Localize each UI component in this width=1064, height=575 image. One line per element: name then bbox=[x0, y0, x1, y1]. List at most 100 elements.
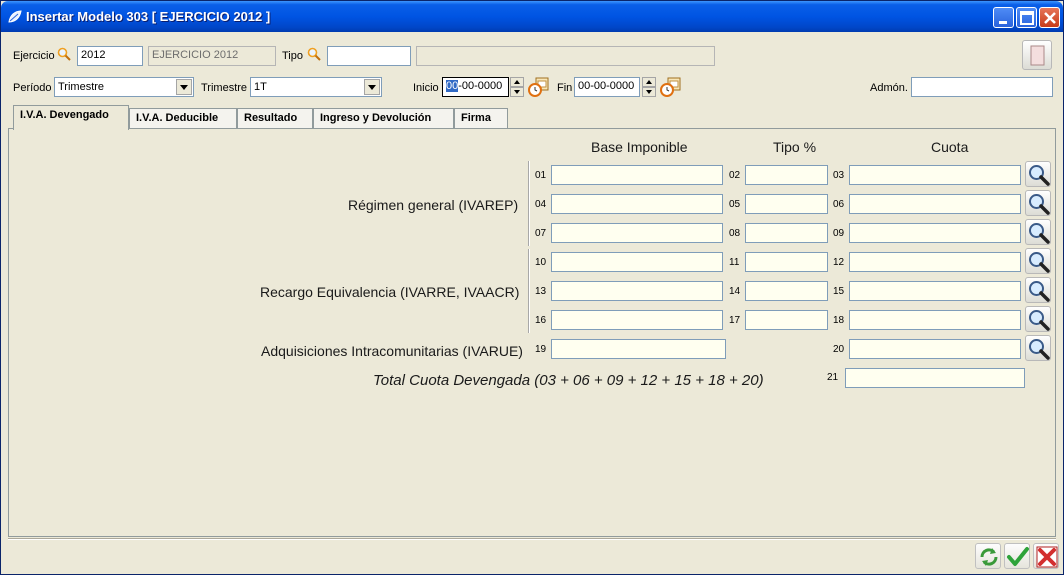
total-cuota-label: Total Cuota Devengada (03 + 06 + 09 + 12… bbox=[373, 372, 764, 389]
refresh-button[interactable] bbox=[975, 543, 1001, 569]
box-11-field[interactable] bbox=[745, 252, 828, 272]
fin-calendar-icon[interactable] bbox=[659, 76, 683, 98]
accept-button[interactable] bbox=[1004, 543, 1030, 569]
lookup-button[interactable] bbox=[1025, 306, 1051, 332]
box-number: 01 bbox=[535, 170, 547, 181]
box-15-field[interactable] bbox=[849, 281, 1021, 301]
trimestre-label: Trimestre bbox=[201, 82, 248, 94]
trimestre-select[interactable]: 1T bbox=[250, 77, 382, 97]
box-number: 18 bbox=[833, 315, 845, 326]
bottom-divider bbox=[8, 538, 1056, 540]
section-adquisiciones: Adquisiciones Intracomunitarias (IVARUE) bbox=[261, 343, 523, 359]
box-number: 16 bbox=[535, 315, 547, 326]
tab-label: Ingreso y Devolución bbox=[320, 112, 432, 124]
box-12-field[interactable] bbox=[849, 252, 1021, 272]
box-17-field[interactable] bbox=[745, 310, 828, 330]
fin-spinner[interactable] bbox=[642, 77, 656, 97]
box-number: 03 bbox=[833, 170, 845, 181]
chevron-down-icon[interactable] bbox=[176, 79, 192, 95]
document-button[interactable] bbox=[1022, 40, 1052, 70]
box-16-field[interactable] bbox=[551, 310, 723, 330]
inicio-rest: -00-0000 bbox=[458, 80, 503, 92]
magnifier-icon[interactable] bbox=[307, 47, 321, 61]
box-07-field[interactable] bbox=[551, 223, 723, 243]
periodo-label: Período bbox=[13, 82, 52, 94]
admon-field[interactable] bbox=[911, 77, 1053, 97]
fin-date-field[interactable]: 00-00-0000 bbox=[574, 77, 640, 97]
spin-up-icon[interactable] bbox=[642, 77, 656, 87]
box-number: 10 bbox=[535, 257, 547, 268]
box-19-field[interactable] bbox=[551, 339, 726, 359]
tab-resultado[interactable]: Resultado bbox=[237, 108, 313, 129]
box-02-field[interactable] bbox=[745, 165, 828, 185]
maximize-button[interactable] bbox=[1016, 7, 1037, 28]
box-14-field[interactable] bbox=[745, 281, 828, 301]
box-number: 14 bbox=[729, 286, 741, 297]
box-number: 08 bbox=[729, 228, 741, 239]
magnifier-icon bbox=[1029, 339, 1050, 360]
inicio-calendar-icon[interactable] bbox=[527, 76, 551, 98]
section-separator bbox=[528, 249, 530, 333]
lookup-button[interactable] bbox=[1025, 248, 1051, 274]
ejercicio-label: Ejercicio bbox=[13, 50, 55, 62]
box-number: 05 bbox=[729, 199, 741, 210]
magnifier-icon bbox=[1029, 223, 1050, 244]
section-recargo-equivalencia: Recargo Equivalencia (IVARRE, IVAACR) bbox=[260, 284, 520, 300]
cancel-x-icon bbox=[1036, 546, 1058, 568]
box-20-field[interactable] bbox=[849, 339, 1021, 359]
tab-label: I.V.A. Deducible bbox=[136, 112, 219, 124]
tipo-field[interactable] bbox=[327, 46, 411, 66]
column-header-cuota: Cuota bbox=[931, 139, 969, 155]
magnifier-icon bbox=[1029, 165, 1050, 186]
box-number: 02 bbox=[729, 170, 741, 181]
box-09-field[interactable] bbox=[849, 223, 1021, 243]
box-06-field[interactable] bbox=[849, 194, 1021, 214]
cancel-button[interactable] bbox=[1033, 543, 1059, 569]
box-number: 11 bbox=[729, 257, 740, 268]
tipo-label: Tipo bbox=[282, 50, 303, 62]
magnifier-icon bbox=[1029, 281, 1050, 302]
box-number: 09 bbox=[833, 228, 845, 239]
fin-label: Fin bbox=[557, 82, 573, 94]
inicio-selected-part: 00 bbox=[446, 80, 459, 92]
minimize-button[interactable] bbox=[993, 7, 1014, 28]
spin-down-icon[interactable] bbox=[510, 87, 524, 97]
tab-firma[interactable]: Firma bbox=[454, 108, 508, 129]
tab-iva-deducible[interactable]: I.V.A. Deducible bbox=[129, 108, 237, 129]
section-regimen-general: Régimen general (IVAREP) bbox=[348, 197, 519, 213]
spin-down-icon[interactable] bbox=[642, 87, 656, 97]
close-button[interactable] bbox=[1039, 7, 1060, 28]
box-13-field[interactable] bbox=[551, 281, 723, 301]
box-10-field[interactable] bbox=[551, 252, 723, 272]
magnifier-icon[interactable] bbox=[57, 47, 71, 61]
lookup-button[interactable] bbox=[1025, 335, 1051, 361]
lookup-button[interactable] bbox=[1025, 219, 1051, 245]
tab-iva-devengado[interactable]: I.V.A. Devengado bbox=[13, 105, 129, 130]
box-04-field[interactable] bbox=[551, 194, 723, 214]
box-18-field[interactable] bbox=[849, 310, 1021, 330]
chevron-down-icon[interactable] bbox=[364, 79, 380, 95]
box-08-field[interactable] bbox=[745, 223, 828, 243]
box-05-field[interactable] bbox=[745, 194, 828, 214]
title-bar[interactable]: Insertar Modelo 303 [ EJERCICIO 2012 ] bbox=[1, 1, 1063, 32]
tab-panel bbox=[8, 128, 1056, 537]
box-01-field[interactable] bbox=[551, 165, 723, 185]
lookup-button[interactable] bbox=[1025, 161, 1051, 187]
tab-ingreso-devolucion[interactable]: Ingreso y Devolución bbox=[313, 108, 454, 129]
box-03-field[interactable] bbox=[849, 165, 1021, 185]
ejercicio-field[interactable]: 2012 bbox=[77, 46, 143, 66]
checkmark-icon bbox=[1007, 547, 1029, 566]
lookup-button[interactable] bbox=[1025, 190, 1051, 216]
inicio-spinner[interactable] bbox=[510, 77, 524, 97]
lookup-button[interactable] bbox=[1025, 277, 1051, 303]
box-number: 12 bbox=[833, 257, 845, 268]
column-header-tipo: Tipo % bbox=[773, 139, 817, 155]
spin-up-icon[interactable] bbox=[510, 77, 524, 87]
inicio-date-field[interactable]: 00-00-0000 bbox=[442, 77, 509, 97]
tab-label: Firma bbox=[461, 112, 491, 124]
periodo-select[interactable]: Trimestre bbox=[54, 77, 194, 97]
magnifier-icon bbox=[1029, 194, 1050, 215]
box-number: 19 bbox=[535, 344, 547, 355]
tab-label: Resultado bbox=[244, 112, 298, 124]
magnifier-icon bbox=[1029, 252, 1050, 273]
